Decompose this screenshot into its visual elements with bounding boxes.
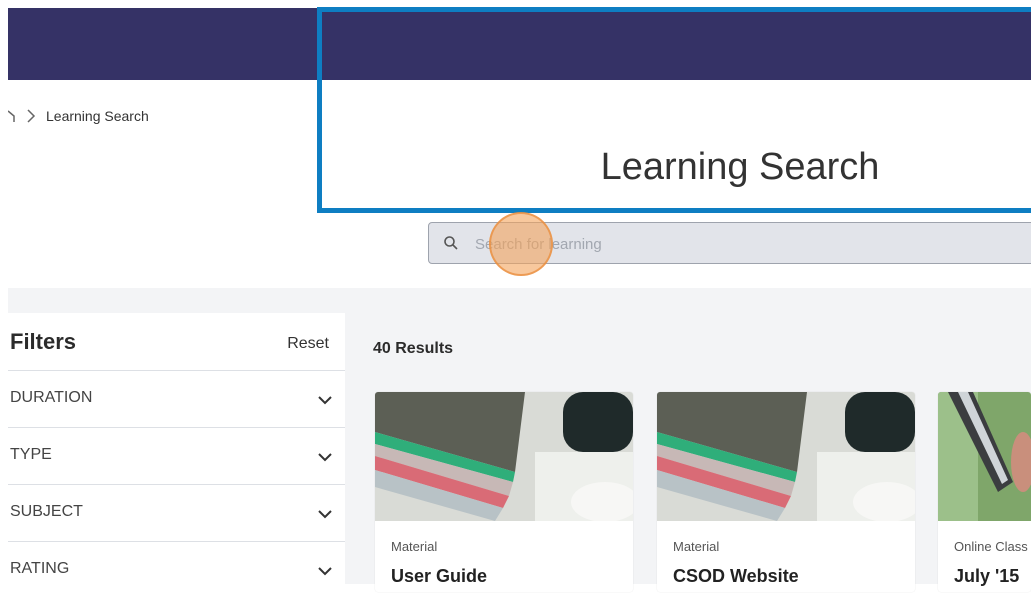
filter-rating[interactable]: RATING: [8, 541, 345, 598]
chevron-down-icon: [317, 506, 333, 524]
filter-subject[interactable]: SUBJECT: [8, 484, 345, 541]
filter-type[interactable]: TYPE: [8, 427, 345, 484]
search-input[interactable]: [473, 231, 1017, 257]
chevron-down-icon: [317, 563, 333, 581]
chevron-down-icon: [317, 449, 333, 467]
page-left-edge: [0, 0, 8, 584]
page-title: Learning Search: [600, 146, 880, 188]
filters-title: Filters: [10, 329, 77, 354]
learning-card[interactable]: Material CSOD Website: [657, 392, 915, 592]
results-count: 40 Results: [373, 340, 454, 357]
breadcrumb-current: Learning Search: [46, 108, 149, 124]
filters-panel: Filters Reset DURATION TYPE SUBJECT RATI…: [8, 313, 345, 584]
breadcrumb: Learning Search: [8, 104, 149, 128]
filter-label: RATING: [10, 560, 70, 577]
filter-label: DURATION: [10, 389, 93, 406]
filter-label: TYPE: [10, 446, 52, 463]
home-icon[interactable]: [8, 108, 16, 124]
reset-filters-link[interactable]: Reset: [287, 335, 329, 353]
chevron-right-icon: [26, 108, 36, 124]
card-type: Online Class: [954, 539, 1028, 554]
card-thumbnail: [375, 392, 633, 521]
card-thumbnail: [657, 392, 915, 521]
card-type: Material: [673, 539, 720, 554]
search-icon: [443, 235, 459, 256]
chevron-down-icon: [317, 392, 333, 410]
card-thumbnail: [938, 392, 1031, 521]
learning-card[interactable]: Online Class July '15: [938, 392, 1031, 592]
learning-card[interactable]: Material User Guide: [375, 392, 633, 592]
card-type: Material: [391, 539, 438, 554]
click-indicator: [489, 212, 553, 276]
filter-label: SUBJECT: [10, 503, 83, 520]
filter-duration[interactable]: DURATION: [8, 370, 345, 427]
filters-header: Filters Reset: [8, 313, 345, 370]
